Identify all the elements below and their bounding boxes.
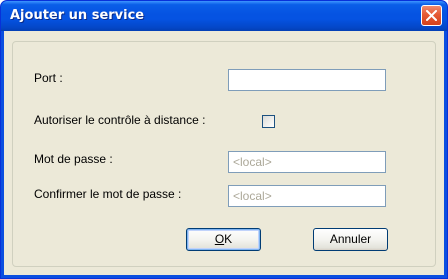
close-icon xyxy=(426,10,437,21)
title-bar[interactable]: Ajouter un service xyxy=(1,1,447,31)
remote-control-checkbox[interactable] xyxy=(262,115,275,128)
ok-label-rest: K xyxy=(224,232,233,246)
confirm-password-input[interactable] xyxy=(228,185,386,207)
ok-button[interactable]: OK xyxy=(186,228,261,251)
ok-mnemonic: O xyxy=(214,232,225,246)
cancel-button[interactable]: Annuler xyxy=(313,228,388,251)
port-input[interactable] xyxy=(228,69,386,91)
dialog-body: Port : Autoriser le contrôle à distance … xyxy=(4,31,444,275)
close-button[interactable] xyxy=(421,5,442,26)
confirm-password-label: Confirmer le mot de passe : xyxy=(34,187,182,201)
settings-group: Port : Autoriser le contrôle à distance … xyxy=(12,41,436,267)
password-input[interactable] xyxy=(228,151,386,173)
port-label: Port : xyxy=(34,71,63,85)
dialog-window: Ajouter un service Port : Autoriser le c… xyxy=(0,0,448,279)
remote-control-label: Autoriser le contrôle à distance : xyxy=(34,113,206,127)
dialog-title: Ajouter un service xyxy=(10,8,145,23)
password-label: Mot de passe : xyxy=(34,152,113,166)
